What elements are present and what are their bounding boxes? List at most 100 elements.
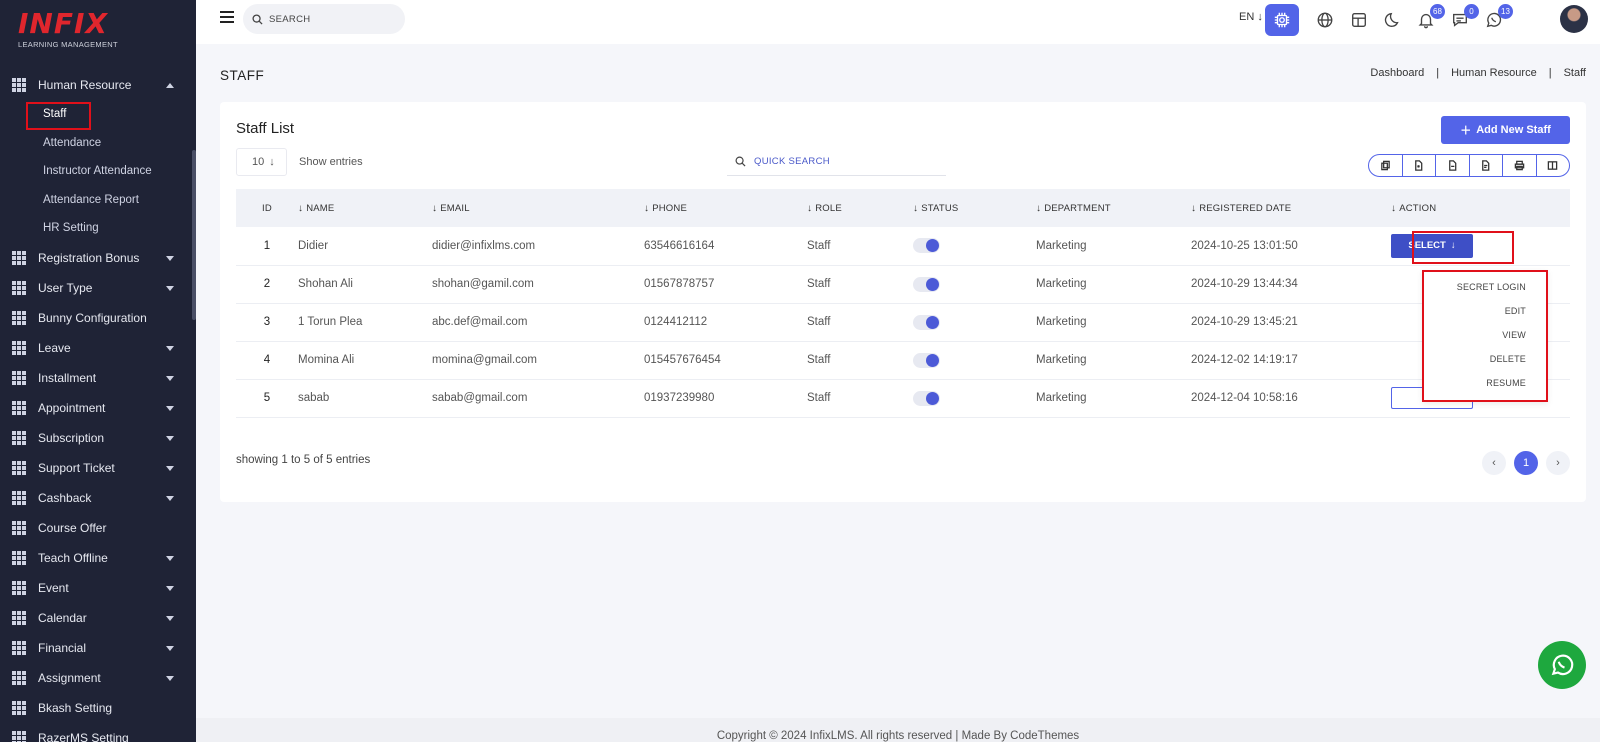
action-dropdown-menu: SECRET LOGIN EDIT VIEW DELETE RESUME (1422, 270, 1548, 402)
column-header-status[interactable]: ↓ STATUS (913, 189, 1036, 227)
copy-button[interactable] (1369, 155, 1403, 176)
avatar[interactable] (1560, 5, 1588, 33)
prev-page-button[interactable]: ‹ (1482, 451, 1506, 475)
page-button-current[interactable]: 1 (1514, 451, 1538, 475)
sidebar-item-teach-offline[interactable]: Teach Offline (0, 543, 192, 573)
cell-name: Shohan Ali (298, 278, 353, 290)
search-input[interactable] (269, 13, 389, 25)
grid-icon (12, 78, 26, 92)
whatsapp-chat-button[interactable] (1538, 641, 1586, 689)
breadcrumb-human-resource[interactable]: Human Resource (1451, 67, 1537, 79)
sidebar-item-cashback[interactable]: Cashback (0, 483, 192, 513)
column-header-department[interactable]: ↓ DEPARTMENT (1036, 189, 1191, 227)
sidebar-item-calendar[interactable]: Calendar (0, 603, 192, 633)
cell-email: momina@gmail.com (432, 354, 537, 366)
sidebar-subitem-staff[interactable]: Staff (0, 100, 192, 130)
column-header-phone[interactable]: ↓ PHONE (644, 189, 807, 227)
column-header-role[interactable]: ↓ ROLE (807, 189, 913, 227)
menu-item-delete[interactable]: DELETE (1424, 347, 1546, 371)
sidebar-subitem-attendance[interactable]: Attendance (0, 129, 192, 158)
search-box[interactable] (243, 4, 405, 34)
dark-mode-icon-button[interactable] (1380, 7, 1406, 33)
sidebar-subitem-attendance-report[interactable]: Attendance Report (0, 186, 192, 215)
column-header-id[interactable]: ID (236, 189, 298, 227)
sidebar-item-leave[interactable]: Leave (0, 333, 192, 363)
cell-name: 1 Torun Plea (298, 316, 363, 328)
caret-down-icon (166, 555, 174, 561)
cell-status (913, 303, 1036, 341)
column-header-registered-date[interactable]: ↓ REGISTERED DATE (1191, 189, 1391, 227)
sidebar-item-subscription[interactable]: Subscription (0, 423, 192, 453)
grid-icon (12, 250, 26, 265)
table-row: 1 Didier didier@infixlms.com 63546616164 Sta… (236, 227, 1570, 265)
status-toggle[interactable] (913, 238, 940, 254)
menu-toggle-icon[interactable] (220, 11, 234, 25)
pagination-summary: showing 1 to 5 of 5 entries (236, 454, 371, 466)
chip-icon-button[interactable] (1265, 4, 1299, 36)
sidebar-item-financial[interactable]: Financial (0, 633, 192, 663)
menu-item-resume[interactable]: RESUME (1424, 371, 1546, 395)
messages-button[interactable]: 0 (1447, 4, 1479, 33)
menu-item-edit[interactable]: EDIT (1424, 299, 1546, 323)
column-header-email[interactable]: ↓ EMAIL (432, 189, 644, 227)
sidebar-item-human-resource[interactable]: Human Resource (0, 70, 192, 100)
language-select[interactable]: EN ↓ (1239, 11, 1263, 23)
quick-search-input[interactable] (754, 156, 934, 167)
csv-button[interactable] (1436, 155, 1470, 176)
sidebar-item-course-offer[interactable]: Course Offer (0, 513, 192, 543)
menu-item-view[interactable]: VIEW (1424, 323, 1546, 347)
add-new-staff-button[interactable]: ＋ Add New Staff (1441, 116, 1570, 144)
sidebar-item-registration-bonus[interactable]: Registration Bonus (0, 243, 192, 273)
whatsapp-header-button[interactable]: 13 (1481, 4, 1513, 33)
sidebar-item-support-ticket[interactable]: Support Ticket (0, 453, 192, 483)
sidebar-item-installment[interactable]: Installment (0, 363, 192, 393)
notifications-button[interactable]: 68 (1413, 4, 1445, 33)
status-toggle[interactable] (913, 314, 940, 330)
grid-icon (12, 430, 26, 445)
sidebar-scrollbar[interactable] (192, 150, 196, 320)
chip-icon (1274, 12, 1290, 28)
breadcrumb-dashboard[interactable]: Dashboard (1370, 67, 1424, 79)
staff-table: ID ↓ NAME ↓ EMAIL ↓ PHONE ↓ ROLE ↓ STATUS ↓ DE… (236, 189, 1570, 418)
sidebar-item-event[interactable]: Event (0, 573, 192, 603)
cell-id: 2 (263, 278, 271, 290)
pdf-button[interactable] (1470, 155, 1503, 176)
logo-text: INFIX (18, 7, 108, 40)
sidebar-item-assignment[interactable]: Assignment (0, 663, 192, 693)
caret-down-icon (166, 435, 174, 441)
entries-select[interactable]: 10 ↓ (236, 148, 287, 176)
print-button[interactable] (1503, 155, 1537, 176)
status-toggle[interactable] (913, 390, 940, 406)
column-header-label: DEPARTMENT (1044, 202, 1111, 214)
sidebar-item-appointment[interactable]: Appointment (0, 393, 192, 423)
menu-item-secret-login[interactable]: SECRET LOGIN (1424, 275, 1546, 299)
sidebar-item-bunny-configuration[interactable]: Bunny Configuration (0, 303, 192, 333)
table-row: 5 sabab sabab@gmail.com 01937239980 Staff Mar… (236, 379, 1570, 417)
sidebar-item-user-type[interactable]: User Type (0, 273, 192, 303)
column-header-name[interactable]: ↓ NAME (298, 189, 432, 227)
entries-value: 10 (252, 156, 265, 168)
sidebar-subitem-hr-setting[interactable]: HR Setting (0, 214, 192, 243)
status-toggle[interactable] (913, 276, 940, 292)
message-count-badge: 0 (1464, 4, 1479, 19)
cell-email: didier@infixlms.com (432, 239, 536, 252)
next-page-button[interactable]: › (1546, 451, 1570, 475)
cell-status (913, 341, 1036, 379)
sort-arrow-icon: ↓ (432, 202, 438, 214)
logo[interactable]: INFIX LEARNING MANAGEMENT (18, 10, 128, 54)
caret-down-icon (166, 615, 174, 621)
status-toggle[interactable] (913, 352, 940, 368)
quick-search-box[interactable] (727, 148, 946, 176)
excel-button[interactable] (1403, 155, 1436, 176)
sidebar-item-razerms-setting[interactable]: RazerMS Setting (0, 723, 192, 742)
layout-icon-button[interactable] (1346, 7, 1372, 33)
sidebar-subitem-instructor-attendance[interactable]: Instructor Attendance (0, 157, 192, 186)
column-visibility-button[interactable] (1537, 155, 1570, 176)
cell-role: Staff (807, 392, 831, 404)
globe-icon-button[interactable] (1312, 7, 1338, 33)
cell-department: Marketing (1036, 354, 1087, 366)
sidebar-item-bkash-setting[interactable]: Bkash Setting (0, 693, 192, 723)
grid-icon (12, 700, 26, 715)
column-header-action[interactable]: ↓ ACTION (1391, 189, 1570, 227)
cell-role: Staff (807, 354, 831, 366)
